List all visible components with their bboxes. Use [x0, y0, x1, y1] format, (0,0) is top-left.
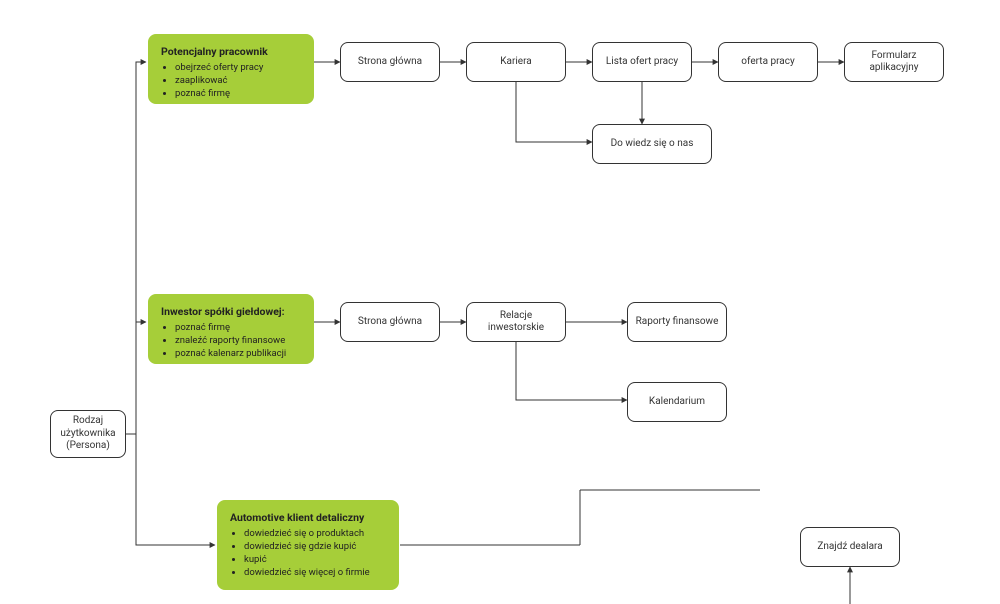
persona2-bullets: poznać firmę znaleźć raporty finansowe p… [161, 322, 286, 360]
persona2-title: Inwestor spółki giełdowej: [161, 305, 286, 318]
persona-investor: Inwestor spółki giełdowej: poznać firmę … [148, 294, 314, 364]
persona-automotive-retail: Automotive klient detaliczny dowiedzieć … [217, 500, 399, 590]
persona3-bullets: dowiedzieć się o produktach dowiedzieć s… [230, 528, 370, 579]
root-node: Rodzaj użytkownika (Persona) [50, 410, 126, 458]
p1-home: Strona główna [340, 42, 440, 82]
persona-potential-employee: Potencjalny pracownik obejrzeć oferty pr… [148, 34, 314, 104]
p2-reports: Raporty finansowe [627, 302, 727, 342]
p1-about: Do wiedz się o nas [592, 124, 712, 164]
persona1-title: Potencjalny pracownik [161, 45, 268, 58]
persona3-title: Automotive klient detaliczny [230, 511, 370, 524]
p2-relations: Relacje inwestorskie [466, 302, 566, 342]
p1-jobs: Lista ofert pracy [592, 42, 692, 82]
root-label: Rodzaj użytkownika (Persona) [57, 415, 119, 453]
p1-career: Kariera [466, 42, 566, 82]
p1-offer: oferta pracy [718, 42, 818, 82]
persona1-bullets: obejrzeć oferty pracy zaaplikować poznać… [161, 62, 268, 100]
p1-form: Formularz aplikacyjny [844, 42, 944, 82]
p2-calendar: Kalendarium [627, 382, 727, 422]
p2-home: Strona główna [340, 302, 440, 342]
p3-dealer: Znajdź dealara [800, 527, 900, 567]
